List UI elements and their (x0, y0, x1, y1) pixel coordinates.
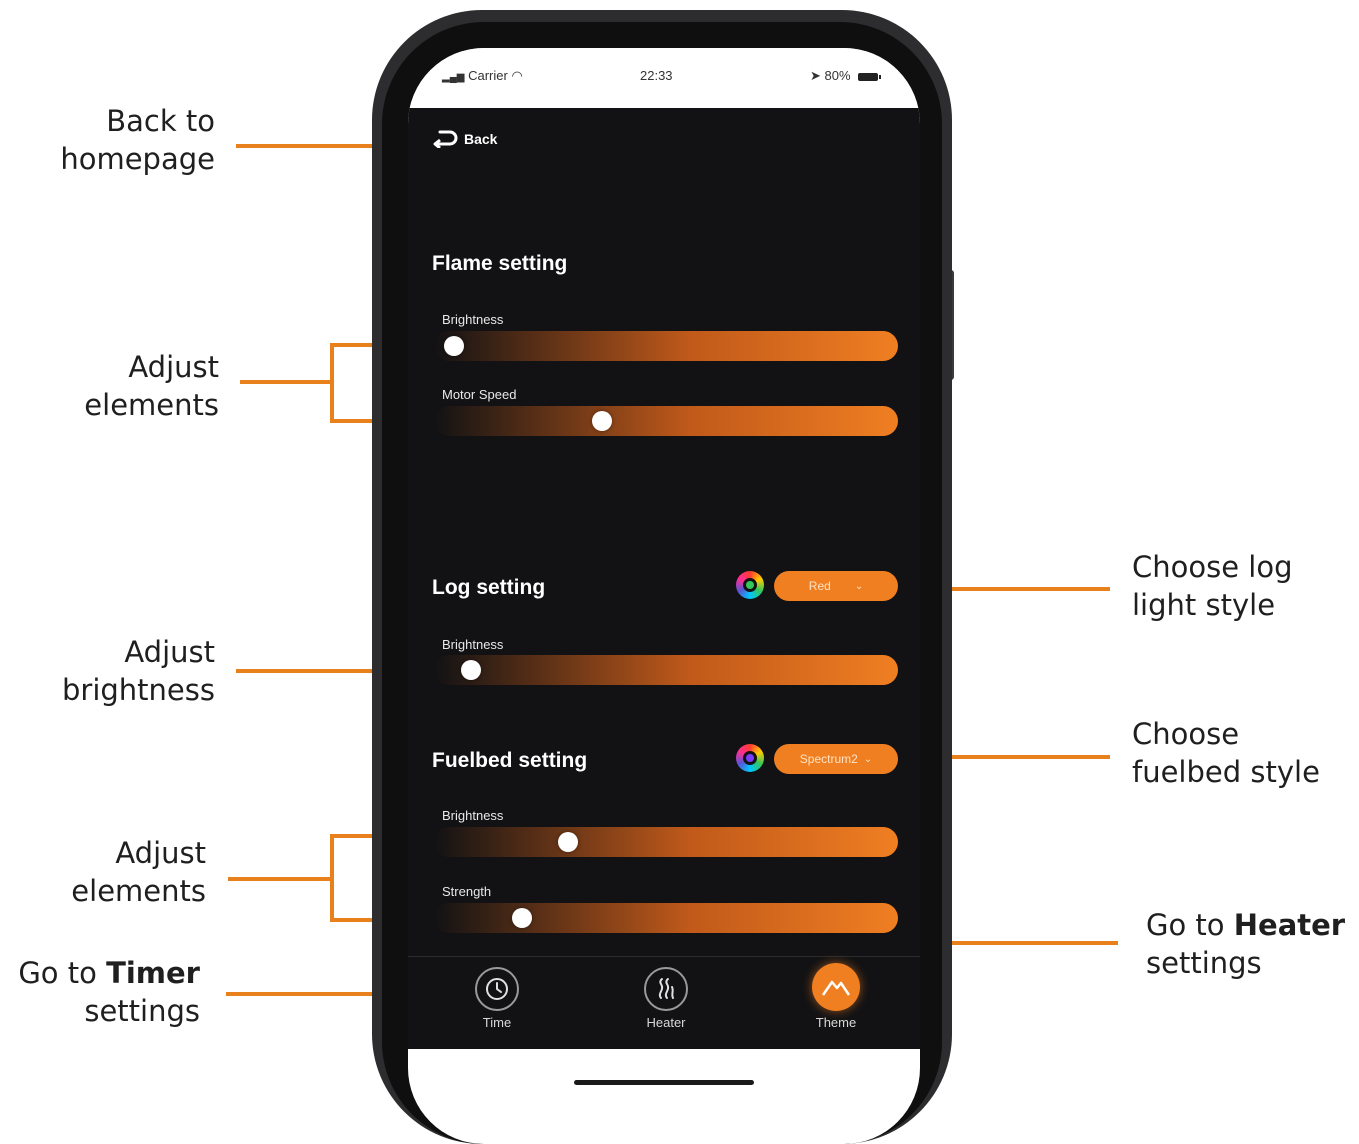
slider-thumb[interactable] (511, 908, 532, 928)
tab-time[interactable]: Time (462, 967, 532, 1030)
fuelbed-strength-slider[interactable] (434, 903, 898, 933)
log-brightness-label: Brightness (442, 637, 504, 652)
log-setting-title: Log setting (432, 576, 546, 599)
tab-heater[interactable]: Heater (631, 967, 701, 1030)
annotation-bracket-fuelbed (330, 834, 334, 922)
slider-thumb[interactable] (558, 832, 579, 852)
fuelbed-brightness-label: Brightness (442, 808, 504, 823)
motor-speed-slider[interactable] (434, 406, 898, 436)
fuelbed-brightness-slider[interactable] (434, 827, 898, 857)
annotation-line-adjust-fuelbed (228, 877, 332, 881)
back-label: Back (464, 131, 498, 147)
annotation-go-to-heater: Go to Heater settings (1146, 908, 1346, 980)
back-button[interactable]: Back (432, 130, 497, 148)
status-bar: ▂▄▆ Carrier ◠ 22:33 ➤ 80% (408, 48, 920, 108)
log-color-dot (746, 581, 754, 589)
fuelbed-setting-title: Fuelbed setting (432, 749, 588, 772)
slider-thumb[interactable] (592, 411, 613, 431)
flame-brightness-label: Brightness (442, 312, 504, 327)
signal-icon: ▂▄▆ (442, 72, 465, 83)
chevron-down-icon: ⌄ (863, 753, 873, 765)
annotation-adjust-elements-fuelbed: Adjust elements (71, 836, 206, 908)
annotation-choose-log-style: Choose log light style (1132, 550, 1293, 622)
annotation-bracket-flame (330, 343, 334, 423)
app-theme-screen: Back Flame setting Brightness Motor Spee… (408, 108, 920, 1049)
log-style-dropdown[interactable]: Red ⌄ (774, 571, 898, 601)
fuelbed-strength-label: Strength (442, 884, 492, 899)
mountain-icon (812, 963, 860, 1011)
fuelbed-color-dot (746, 754, 754, 762)
annotation-back-to-homepage: Back to homepage (60, 104, 215, 176)
chevron-down-icon: ⌄ (854, 580, 864, 592)
fuelbed-style-dropdown[interactable]: Spectrum2 ⌄ (774, 744, 898, 774)
home-indicator[interactable] (574, 1080, 754, 1085)
log-style-value: Red (808, 579, 831, 593)
clock-icon (475, 967, 519, 1011)
log-brightness-slider[interactable] (434, 655, 898, 685)
tab-label: Theme (815, 1015, 857, 1030)
slider-thumb[interactable] (444, 336, 464, 356)
wifi-icon: ◠ (511, 68, 523, 83)
annotation-line-adjust-flame (240, 380, 332, 384)
carrier-label: ▂▄▆ Carrier ◠ (442, 68, 523, 83)
flame-brightness-slider[interactable] (434, 331, 898, 361)
back-arrow-icon (433, 130, 458, 148)
tab-theme[interactable]: Theme (801, 963, 871, 1030)
battery-status: ➤ 80% (810, 68, 882, 84)
motor-speed-label: Motor Speed (442, 387, 517, 402)
tab-label: Time (482, 1015, 512, 1030)
annotation-go-to-timer: Go to Timer settings (18, 956, 200, 1028)
annotation-adjust-elements-flame: Adjust elements (84, 350, 219, 422)
battery-icon (858, 72, 882, 81)
annotation-adjust-brightness: Adjust brightness (62, 635, 215, 707)
tab-label: Heater (646, 1015, 686, 1030)
log-color-ring-icon (736, 571, 764, 599)
fuelbed-color-ring-icon (736, 744, 764, 772)
bottom-tab-bar: Time Heater Theme (408, 956, 920, 1049)
slider-thumb[interactable] (460, 660, 481, 680)
phone-screen: ▂▄▆ Carrier ◠ 22:33 ➤ 80% Back Flame set… (408, 48, 920, 1144)
fuelbed-style-value: Spectrum2 (799, 752, 858, 766)
location-icon: ➤ (810, 68, 821, 83)
status-time: 22:33 (640, 68, 673, 83)
heat-waves-icon (644, 967, 688, 1011)
flame-setting-title: Flame setting (432, 252, 568, 275)
annotation-choose-fuelbed-style: Choose fuelbed style (1132, 717, 1320, 789)
